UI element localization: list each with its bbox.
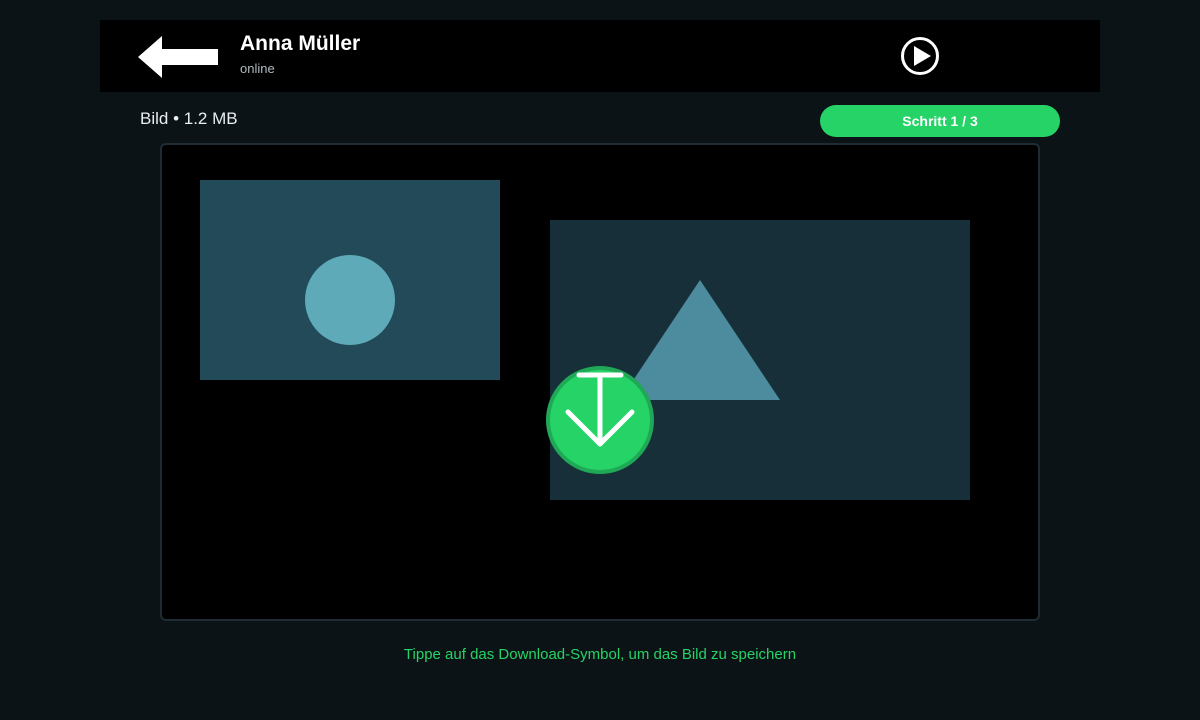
back-button[interactable] — [138, 36, 222, 78]
file-info: Bild • 1.2 MB — [140, 109, 238, 128]
image-preview — [160, 143, 1040, 621]
step-badge: Schritt 1 / 3 — [820, 105, 1060, 137]
download-icon — [546, 366, 654, 474]
media-viewer: Anna Müller online Bild • 1.2 MB Schritt… — [100, 20, 1100, 700]
image-panel-circle — [200, 180, 500, 380]
play-button[interactable] — [900, 36, 940, 76]
arrow-left-icon — [138, 36, 218, 78]
circle-shape — [305, 255, 395, 345]
download-hint: Tippe auf das Download-Symbol, um das Bi… — [403, 646, 797, 663]
contact-name[interactable]: Anna Müller — [240, 32, 360, 56]
chat-header: Anna Müller online — [100, 20, 1100, 92]
download-button[interactable] — [546, 366, 654, 474]
contact-status: online — [240, 61, 275, 76]
play-circle-icon — [901, 37, 939, 75]
